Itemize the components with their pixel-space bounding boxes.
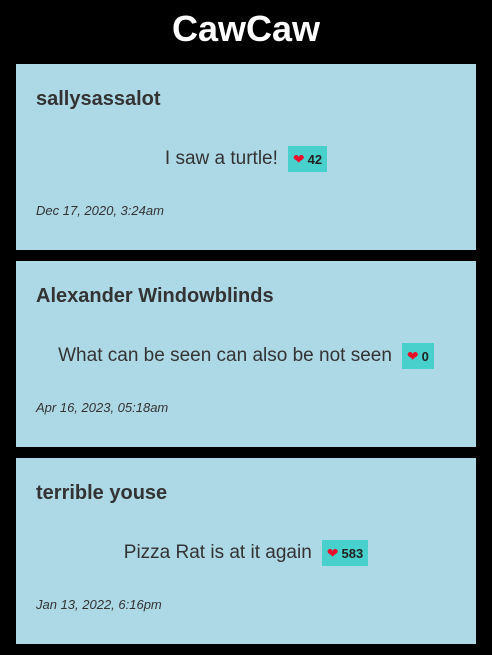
post-card: terrible youse Pizza Rat is at it again …	[16, 458, 476, 644]
like-count: 583	[341, 545, 364, 561]
like-count: 42	[307, 151, 323, 167]
post-body: I saw a turtle! ❤ 42	[16, 145, 476, 173]
like-count: 0	[421, 348, 429, 364]
post-feed: sallysassalot I saw a turtle! ❤ 42 Dec 1…	[16, 64, 476, 655]
post-date: Dec 17, 2020, 3:24am	[36, 203, 164, 218]
post-body: Pizza Rat is at it again ❤ 583	[16, 539, 476, 567]
like-button[interactable]: ❤ 0	[401, 343, 434, 369]
post-author: sallysassalot	[36, 88, 161, 110]
post-author: Alexander Windowblinds	[36, 285, 274, 307]
app-title: CawCaw	[171, 8, 321, 49]
post-date: Apr 16, 2023, 05:18am	[36, 400, 169, 415]
post-text: I saw a turtle!	[164, 148, 278, 169]
heart-icon: ❤	[406, 348, 419, 364]
post-date: Jan 13, 2022, 6:16pm	[36, 597, 162, 612]
like-button[interactable]: ❤ 583	[321, 540, 369, 566]
post-card: sallysassalot I saw a turtle! ❤ 42 Dec 1…	[16, 64, 476, 250]
post-text: Pizza Rat is at it again	[123, 542, 312, 563]
post-body: What can be seen can also be not seen ❤ …	[16, 342, 476, 370]
post-card: Alexander Windowblinds What can be seen …	[16, 261, 476, 447]
post-text: What can be seen can also be not seen	[58, 345, 392, 366]
heart-icon: ❤	[326, 545, 339, 561]
post-author: terrible youse	[36, 482, 168, 504]
heart-icon: ❤	[292, 151, 305, 167]
like-button[interactable]: ❤ 42	[287, 146, 328, 172]
